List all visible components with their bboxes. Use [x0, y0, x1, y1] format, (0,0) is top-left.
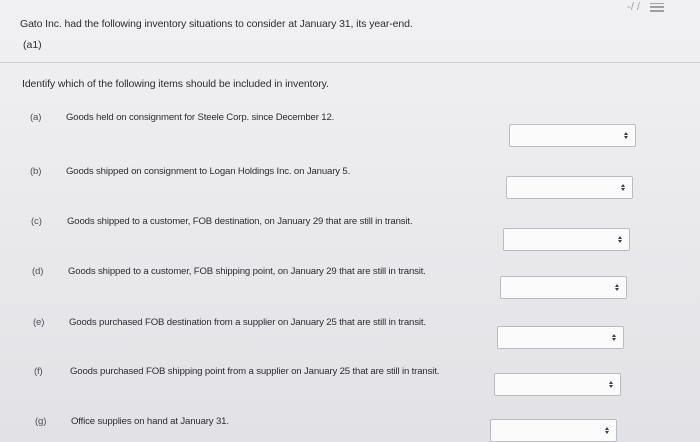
chevron-updown-icon	[610, 333, 617, 342]
item-text: Goods purchased FOB shipping point from …	[70, 366, 440, 377]
top-toolbar: -/ /	[627, 0, 664, 14]
inventory-select-d[interactable]	[500, 276, 627, 299]
divider	[0, 62, 700, 63]
item-text: Goods shipped on consignment to Logan Ho…	[66, 166, 351, 177]
collapse-icon[interactable]: -/ /	[627, 1, 640, 13]
item-letter: (b)	[30, 166, 42, 177]
item-letter: (a)	[30, 112, 42, 123]
inventory-select-c[interactable]	[503, 228, 630, 251]
menu-icon[interactable]	[650, 2, 664, 12]
question-prompt: Gato Inc. had the following inventory si…	[20, 18, 413, 30]
inventory-select-e[interactable]	[497, 326, 624, 349]
chevron-updown-icon	[613, 283, 620, 292]
chevron-updown-icon	[619, 183, 626, 192]
item-letter: (d)	[32, 266, 44, 277]
item-letter: (f)	[34, 366, 43, 377]
inventory-select-g[interactable]	[490, 419, 617, 442]
inventory-select-b[interactable]	[506, 176, 633, 199]
item-letter: (c)	[31, 216, 42, 227]
inventory-select-a[interactable]	[509, 124, 636, 147]
item-letter: (e)	[33, 317, 45, 328]
item-text: Office supplies on hand at January 31.	[71, 416, 229, 427]
chevron-updown-icon	[622, 131, 629, 140]
inventory-select-f[interactable]	[494, 373, 621, 396]
item-text: Goods shipped to a customer, FOB destina…	[67, 216, 413, 227]
chevron-updown-icon	[607, 380, 614, 389]
chevron-updown-icon	[603, 426, 610, 435]
chevron-updown-icon	[616, 235, 623, 244]
item-letter: (g)	[35, 416, 47, 427]
instruction-text: Identify which of the following items sh…	[22, 78, 329, 90]
item-text: Goods shipped to a customer, FOB shippin…	[68, 266, 426, 277]
item-text: Goods held on consignment for Steele Cor…	[66, 112, 335, 123]
item-text: Goods purchased FOB destination from a s…	[69, 317, 426, 328]
part-label: (a1)	[23, 39, 42, 51]
